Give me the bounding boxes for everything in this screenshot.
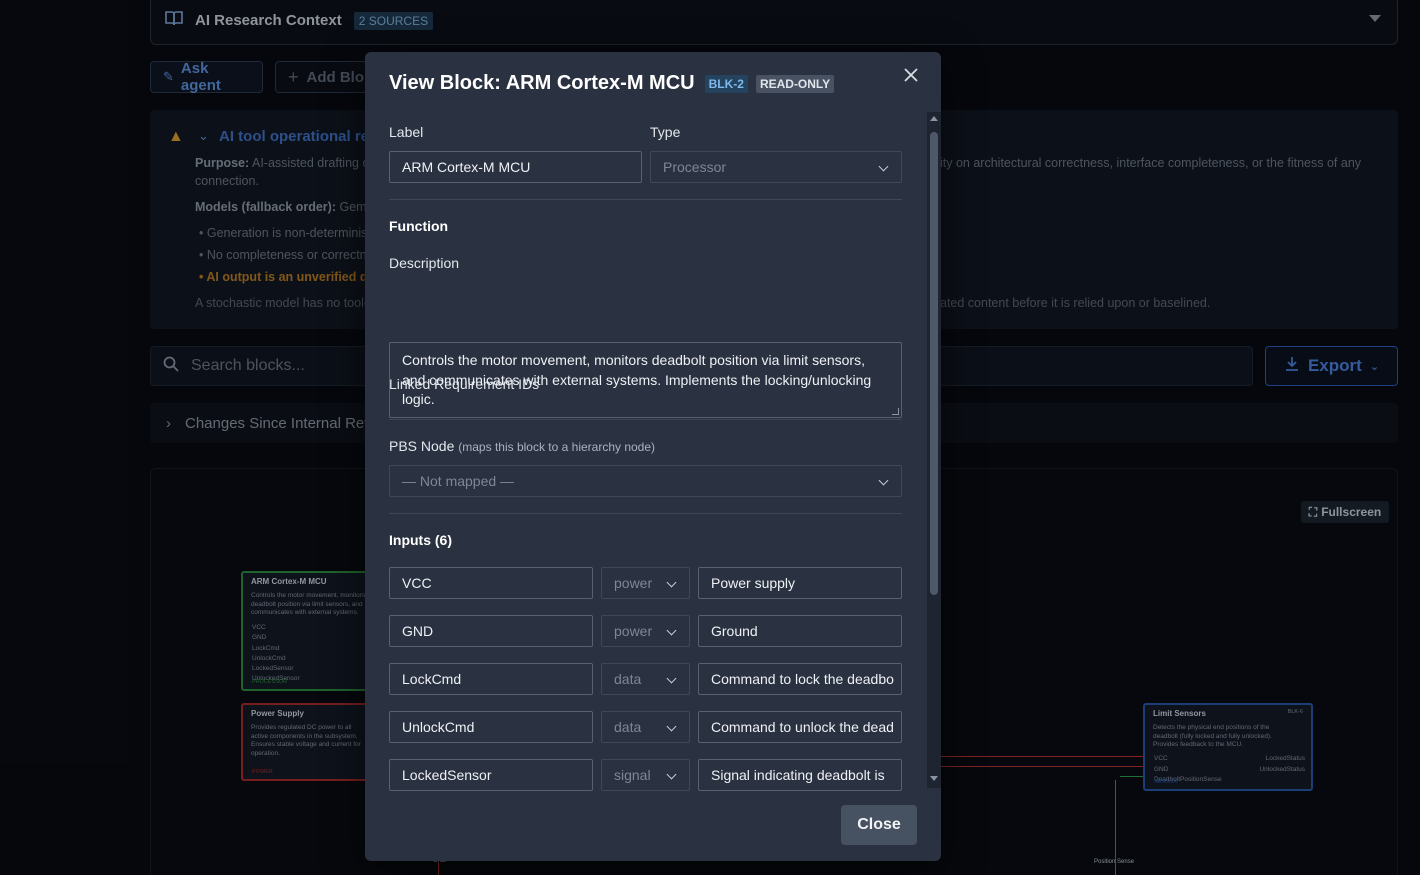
view-block-modal: View Block: ARM Cortex-M MCU BLK-2 READ-… [365,52,941,861]
input-kind-select[interactable]: power [601,615,690,647]
chevron-down-icon [666,577,677,588]
input-name-field[interactable]: GND [389,615,593,647]
type-select-value: Processor [663,159,727,175]
input-kind-value: signal [614,767,651,783]
input-name-field[interactable]: LockedSensor [389,759,593,791]
input-desc-field[interactable]: Command to lock the deadbo [698,663,902,695]
input-kind-value: power [614,623,653,639]
pbs-node-select[interactable]: — Not mapped — [389,465,902,497]
scroll-down-icon[interactable] [930,776,938,781]
input-desc-field[interactable]: Signal indicating deadbolt is [698,759,902,791]
input-kind-value: power [614,575,653,591]
description-label: Description [389,255,460,271]
pbs-node-label: PBS Node [389,438,455,454]
pbs-node-label-line: PBS Node (maps this block to a hierarchy… [389,438,655,454]
input-name-field[interactable]: LockCmd [389,663,593,695]
close-icon[interactable] [901,66,921,86]
input-kind-select[interactable]: power [601,567,690,599]
input-desc-field[interactable]: Command to unlock the dead [698,711,902,743]
input-kind-select[interactable]: signal [601,759,690,791]
type-field-label: Type [650,124,681,140]
scroll-up-icon[interactable] [930,116,938,121]
linked-requirements-label: Linked Requirement IDs [389,376,540,392]
label-field-label: Label [389,124,424,140]
modal-title: View Block: ARM Cortex-M MCU [389,72,695,94]
chevron-down-icon [878,161,889,172]
input-desc-field[interactable]: Ground [698,615,902,647]
chevron-down-icon [666,769,677,780]
function-heading: Function [389,218,449,234]
input-kind-select[interactable]: data [601,711,690,743]
input-name-field[interactable]: VCC [389,567,593,599]
chevron-down-icon [666,673,677,684]
modal-body: Label Type ARM Cortex-M MCU Processor Fu… [365,112,941,840]
label-input[interactable]: ARM Cortex-M MCU [389,151,642,183]
chevron-down-icon [666,625,677,636]
input-name-field[interactable]: UnlockCmd [389,711,593,743]
chevron-down-icon [878,475,889,486]
modal-scrollbar-thumb[interactable] [930,132,938,595]
resize-handle-icon[interactable] [892,408,899,415]
divider [389,419,902,420]
input-kind-value: data [614,671,642,687]
read-only-badge: READ-ONLY [755,74,835,93]
type-select[interactable]: Processor [650,151,902,183]
input-desc-field[interactable]: Power supply [698,567,902,599]
pbs-node-hint: (maps this block to a hierarchy node) [458,440,656,454]
chevron-down-icon [666,721,677,732]
block-id-badge: BLK-2 [704,74,748,93]
input-kind-select[interactable]: data [601,663,690,695]
input-kind-value: data [614,719,642,735]
pbs-node-value: — Not mapped — [402,473,515,489]
close-button[interactable]: Close [841,805,917,845]
modal-header: View Block: ARM Cortex-M MCU BLK-2 READ-… [389,72,835,95]
inputs-heading: Inputs (6) [389,532,452,548]
divider [389,513,902,514]
divider [389,199,902,200]
